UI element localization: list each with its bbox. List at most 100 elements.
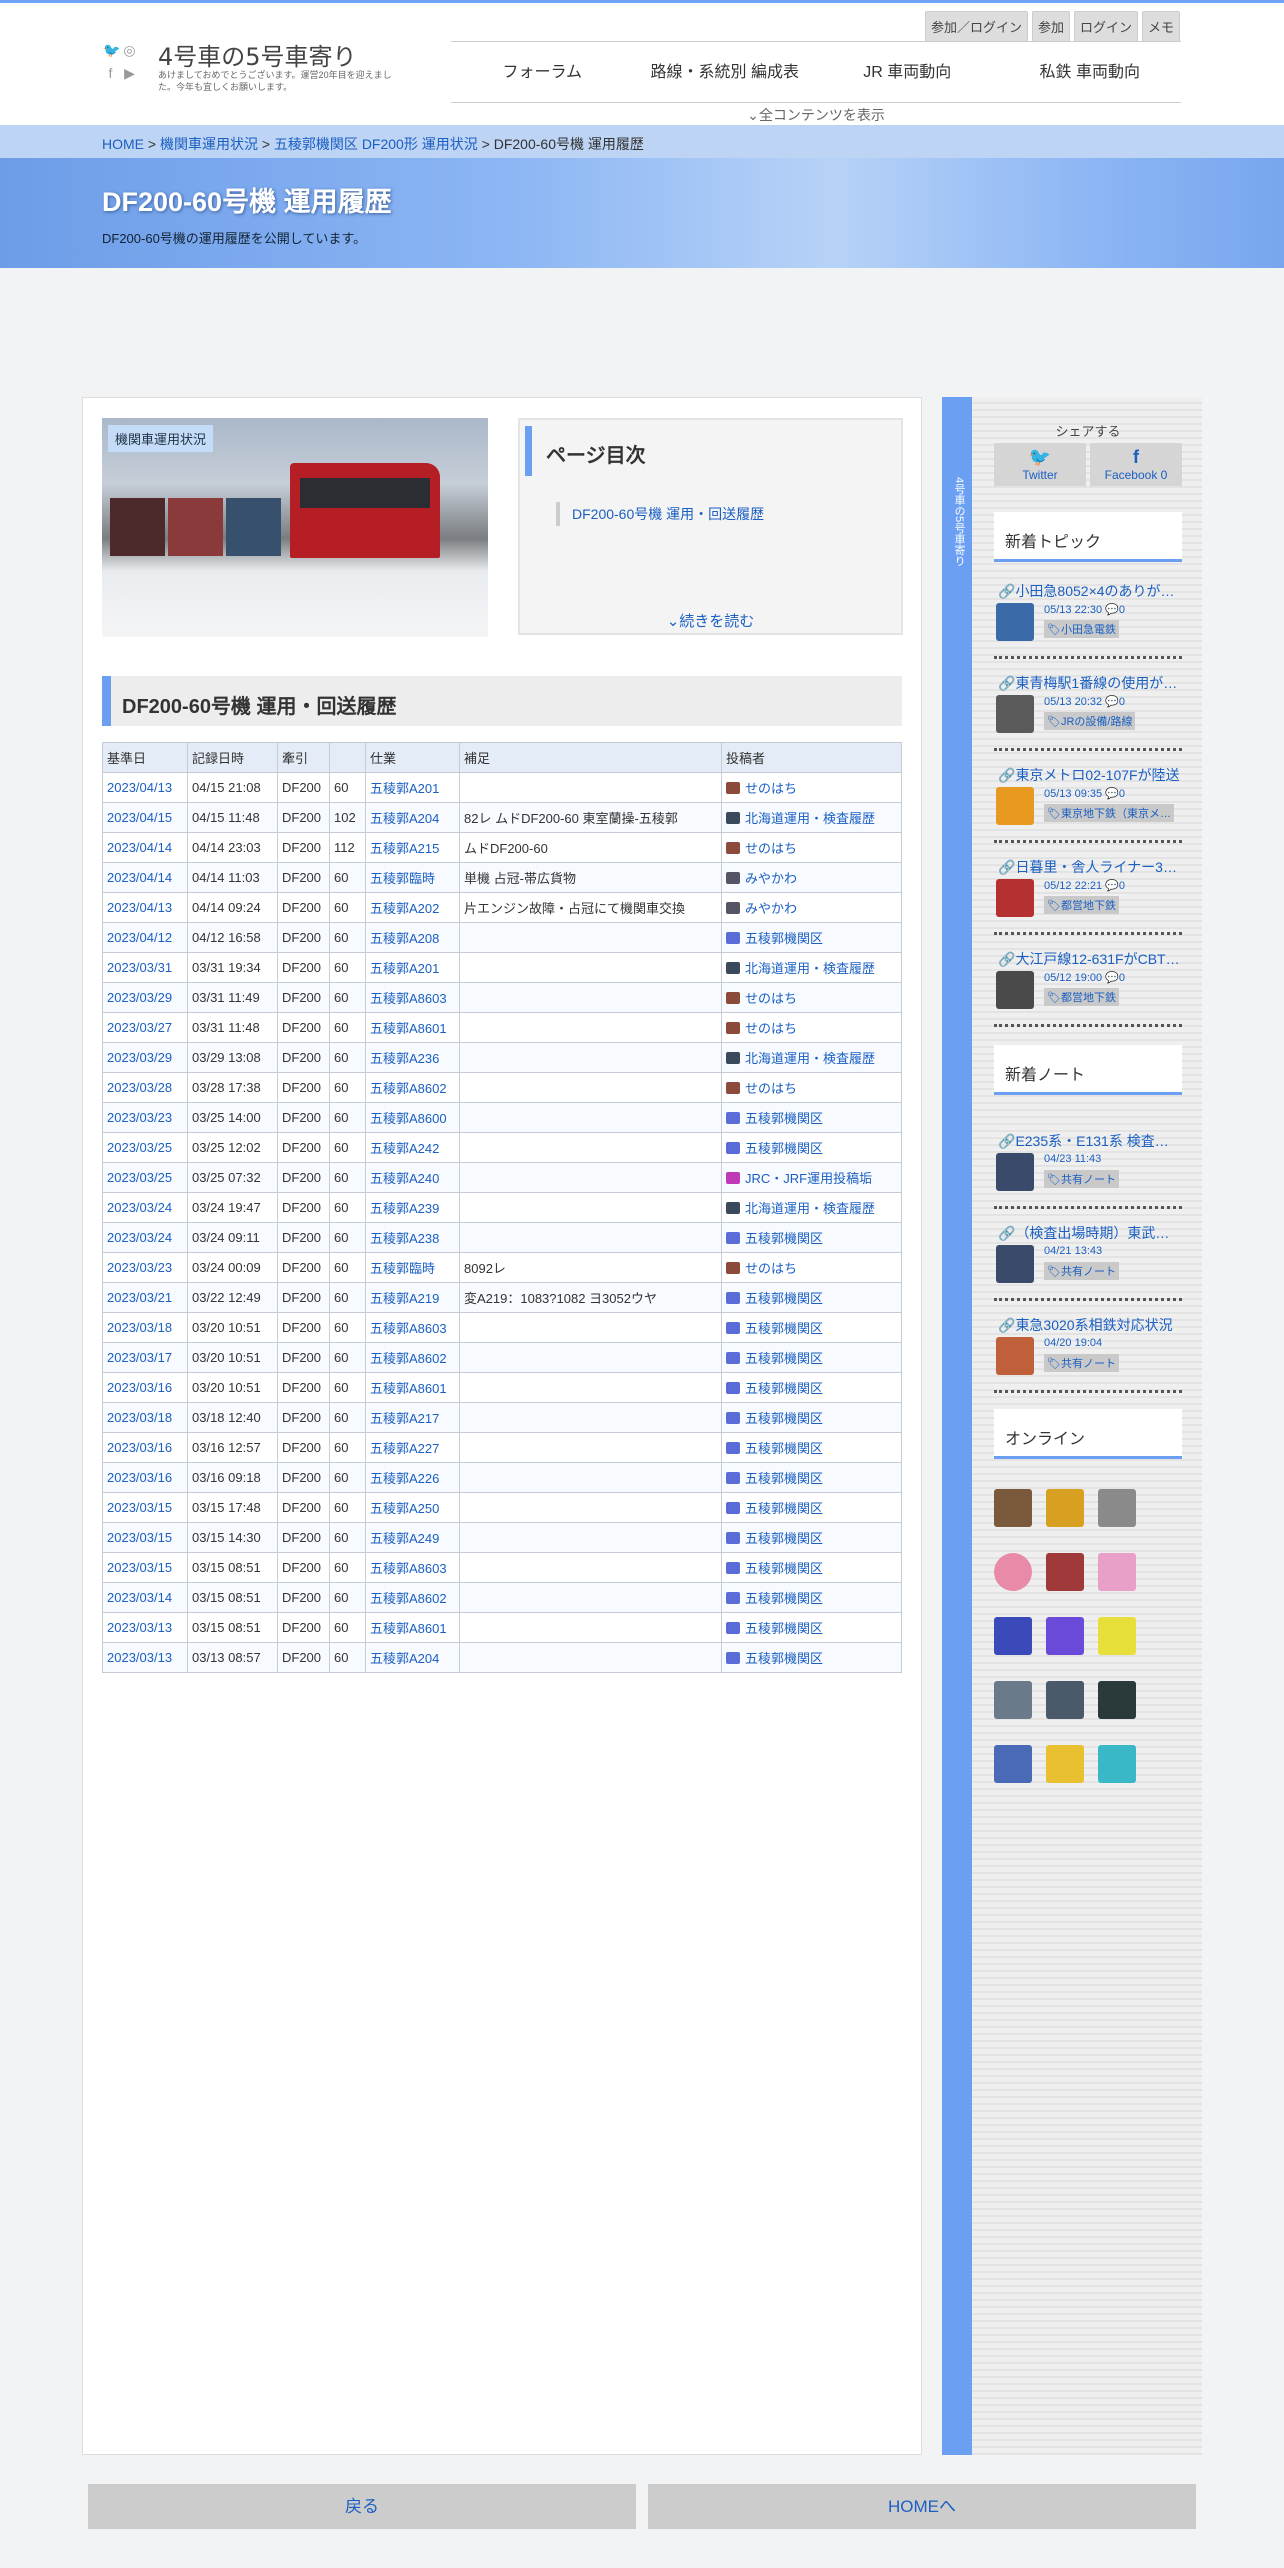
poster-link[interactable]: せのはち <box>745 841 797 856</box>
date-link[interactable]: 2023/03/27 <box>107 1020 172 1035</box>
duty-link[interactable]: 五稜郭A204 <box>370 811 439 826</box>
poster-link[interactable]: 五稜郭機関区 <box>745 1291 823 1306</box>
nav-formations[interactable]: 路線・系統別 編成表 <box>634 42 817 102</box>
date-link[interactable]: 2023/03/16 <box>107 1440 172 1455</box>
poster-link[interactable]: せのはち <box>745 1081 797 1096</box>
breadcrumb-df200[interactable]: 五稜郭機関区 DF200形 運用状況 <box>274 136 478 152</box>
note-category[interactable]: 🏷共有ノート <box>1044 1354 1119 1372</box>
online-user-avatar[interactable] <box>1098 1745 1136 1783</box>
facebook-share-button[interactable]: f Facebook 0 <box>1090 443 1182 486</box>
twitter-icon[interactable]: 🐦 <box>103 43 120 58</box>
nav-forum[interactable]: フォーラム <box>451 42 634 102</box>
all-contents-toggle[interactable]: ⌄全コンテンツを表示 <box>451 105 1181 125</box>
topic-category[interactable]: 🏷小田急電鉄 <box>1044 620 1119 638</box>
poster-link[interactable]: せのはち <box>745 1021 797 1036</box>
date-link[interactable]: 2023/03/24 <box>107 1200 172 1215</box>
duty-link[interactable]: 五稜郭A8602 <box>370 1081 447 1096</box>
poster-link[interactable]: 五稜郭機関区 <box>745 1621 823 1636</box>
duty-link[interactable]: 五稜郭A8602 <box>370 1351 447 1366</box>
memo-button[interactable]: メモ <box>1141 11 1180 42</box>
topic-title[interactable]: 🔗東京メトロ02-107Fが陸送 <box>994 761 1182 785</box>
date-link[interactable]: 2023/03/15 <box>107 1500 172 1515</box>
date-link[interactable]: 2023/03/25 <box>107 1170 172 1185</box>
date-link[interactable]: 2023/03/14 <box>107 1590 172 1605</box>
poster-link[interactable]: 五稜郭機関区 <box>745 1501 823 1516</box>
duty-link[interactable]: 五稜郭臨時 <box>370 871 435 886</box>
online-user-avatar[interactable] <box>994 1489 1032 1527</box>
poster-link[interactable]: 五稜郭機関区 <box>745 1531 823 1546</box>
online-user-avatar[interactable] <box>1098 1489 1136 1527</box>
duty-link[interactable]: 五稜郭A219 <box>370 1291 439 1306</box>
topic-category[interactable]: 🏷JRの設備/路線 <box>1044 712 1136 730</box>
date-link[interactable]: 2023/03/18 <box>107 1410 172 1425</box>
date-link[interactable]: 2023/04/14 <box>107 870 172 885</box>
poster-link[interactable]: みやかわ <box>745 871 797 886</box>
date-link[interactable]: 2023/04/12 <box>107 930 172 945</box>
topic-title[interactable]: 🔗大江戸線12-631FがCBT… <box>994 945 1182 969</box>
toc-read-more[interactable]: ⌄続きを読む <box>520 610 901 631</box>
topic-item[interactable]: 🔗大江戸線12-631FがCBT… 05/12 19:00 💬0 🏷都営地下鉄 <box>994 945 1182 1027</box>
duty-link[interactable]: 五稜郭A250 <box>370 1501 439 1516</box>
category-tag[interactable]: 機関車運用状況 <box>108 425 214 452</box>
online-user-avatar[interactable] <box>1046 1745 1084 1783</box>
topic-item[interactable]: 🔗日暮里・舎人ライナー3… 05/12 22:21 💬0 🏷都営地下鉄 <box>994 853 1182 935</box>
duty-link[interactable]: 五稜郭A215 <box>370 841 439 856</box>
duty-link[interactable]: 五稜郭A8603 <box>370 991 447 1006</box>
duty-link[interactable]: 五稜郭A204 <box>370 1651 439 1666</box>
date-link[interactable]: 2023/03/21 <box>107 1290 172 1305</box>
online-user-avatar[interactable] <box>1046 1617 1084 1655</box>
poster-link[interactable]: 五稜郭機関区 <box>745 1381 823 1396</box>
date-link[interactable]: 2023/03/23 <box>107 1110 172 1125</box>
topic-item[interactable]: 🔗小田急8052×4のありが… 05/13 22:30 💬0 🏷小田急電鉄 <box>994 577 1182 659</box>
date-link[interactable]: 2023/04/14 <box>107 840 172 855</box>
duty-link[interactable]: 五稜郭臨時 <box>370 1261 435 1276</box>
site-title[interactable]: 4号車の5号車寄り <box>158 37 357 72</box>
twitter-share-button[interactable]: 🐦 Twitter <box>994 443 1086 486</box>
duty-link[interactable]: 五稜郭A242 <box>370 1141 439 1156</box>
date-link[interactable]: 2023/03/28 <box>107 1080 172 1095</box>
date-link[interactable]: 2023/03/13 <box>107 1620 172 1635</box>
poster-link[interactable]: 五稜郭機関区 <box>745 931 823 946</box>
duty-link[interactable]: 五稜郭A8601 <box>370 1381 447 1396</box>
duty-link[interactable]: 五稜郭A239 <box>370 1201 439 1216</box>
duty-link[interactable]: 五稜郭A238 <box>370 1231 439 1246</box>
toc-item[interactable]: DF200-60号機 運用・回送履歴 <box>556 502 776 526</box>
home-button[interactable]: HOMEへ <box>648 2484 1196 2529</box>
poster-link[interactable]: 五稜郭機関区 <box>745 1591 823 1606</box>
online-user-avatar[interactable] <box>1046 1681 1084 1719</box>
poster-link[interactable]: 北海道運用・検査履歴 <box>745 811 875 826</box>
youtube-icon[interactable]: ▶ <box>122 66 137 81</box>
topic-title[interactable]: 🔗東青梅駅1番線の使用が… <box>994 669 1182 693</box>
topic-category[interactable]: 🏷都営地下鉄 <box>1044 988 1119 1006</box>
date-link[interactable]: 2023/03/13 <box>107 1650 172 1665</box>
topic-item[interactable]: 🔗東京メトロ02-107Fが陸送 05/13 09:35 💬0 🏷東京地下鉄（東京メ… <box>994 761 1182 843</box>
duty-link[interactable]: 五稜郭A240 <box>370 1171 439 1186</box>
poster-link[interactable]: 五稜郭機関区 <box>745 1351 823 1366</box>
facebook-icon[interactable]: f <box>103 66 118 81</box>
note-title[interactable]: 🔗（検査出場時期）東武… <box>994 1219 1182 1243</box>
date-link[interactable]: 2023/04/13 <box>107 900 172 915</box>
poster-link[interactable]: 北海道運用・検査履歴 <box>745 1051 875 1066</box>
online-user-avatar[interactable] <box>994 1681 1032 1719</box>
duty-link[interactable]: 五稜郭A201 <box>370 961 439 976</box>
duty-link[interactable]: 五稜郭A208 <box>370 931 439 946</box>
note-title[interactable]: 🔗E235系・E131系 検査… <box>994 1127 1182 1151</box>
duty-link[interactable]: 五稜郭A8603 <box>370 1561 447 1576</box>
date-link[interactable]: 2023/04/15 <box>107 810 172 825</box>
topic-category[interactable]: 🏷都営地下鉄 <box>1044 896 1119 914</box>
poster-link[interactable]: 五稜郭機関区 <box>745 1231 823 1246</box>
duty-link[interactable]: 五稜郭A227 <box>370 1441 439 1456</box>
online-user-avatar[interactable] <box>1098 1681 1136 1719</box>
online-user-avatar[interactable] <box>1046 1553 1084 1591</box>
duty-link[interactable]: 五稜郭A201 <box>370 781 439 796</box>
note-category[interactable]: 🏷共有ノート <box>1044 1262 1119 1280</box>
online-user-avatar[interactable] <box>1098 1617 1136 1655</box>
date-link[interactable]: 2023/03/15 <box>107 1560 172 1575</box>
date-link[interactable]: 2023/03/24 <box>107 1230 172 1245</box>
duty-link[interactable]: 五稜郭A8601 <box>370 1621 447 1636</box>
duty-link[interactable]: 五稜郭A8603 <box>370 1321 447 1336</box>
duty-link[interactable]: 五稜郭A217 <box>370 1411 439 1426</box>
duty-link[interactable]: 五稜郭A226 <box>370 1471 439 1486</box>
date-link[interactable]: 2023/04/13 <box>107 780 172 795</box>
date-link[interactable]: 2023/03/25 <box>107 1140 172 1155</box>
